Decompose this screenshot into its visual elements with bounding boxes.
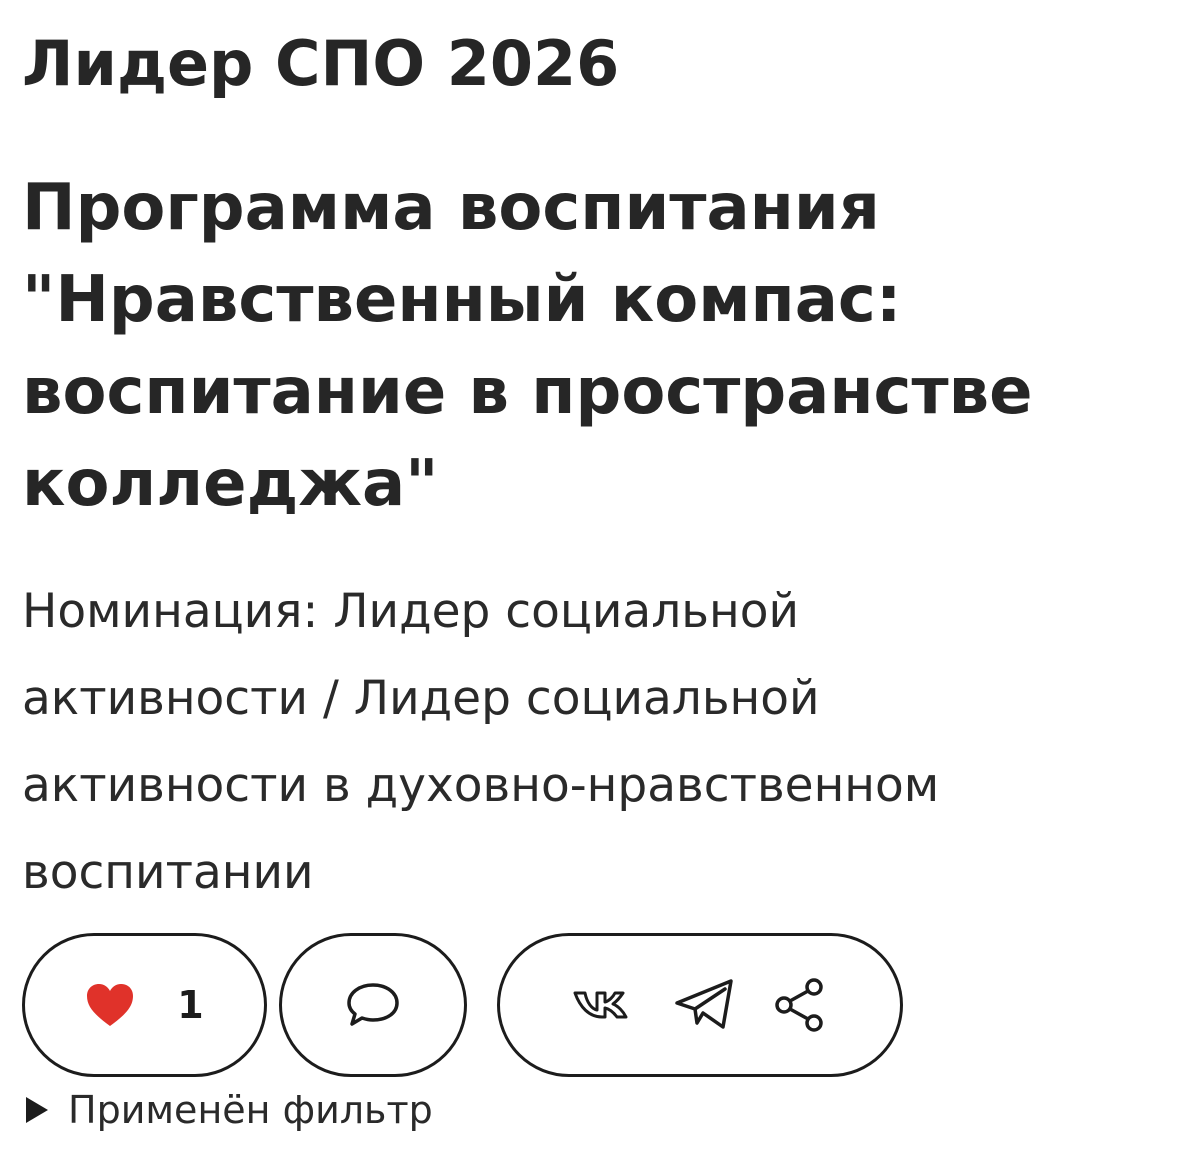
heart-icon: [85, 982, 135, 1028]
telegram-icon[interactable]: [673, 977, 737, 1033]
filter-label: Применён фильтр: [68, 1088, 433, 1132]
project-title[interactable]: Программа воспитания "Нравственный компа…: [22, 162, 1157, 530]
project-title-line: воспитание в пространстве: [22, 355, 1033, 429]
project-title-line: Программа воспитания: [22, 171, 880, 245]
nomination-line: активности / Лидер социальной: [22, 671, 820, 726]
speech-bubble-icon: [344, 980, 402, 1030]
vk-icon[interactable]: [572, 985, 640, 1025]
share-group: [497, 933, 903, 1077]
nomination-line: Номинация: Лидер социальной: [22, 584, 799, 639]
nomination-text: Номинация: Лидер социальной активности /…: [22, 568, 1157, 916]
expand-triangle-icon: [26, 1097, 48, 1123]
project-title-line: "Нравственный компас:: [22, 263, 902, 337]
project-title-line: колледжа": [22, 447, 439, 521]
page-title: Лидер СПО 2026: [22, 27, 620, 100]
filter-toggle[interactable]: Применён фильтр: [26, 1082, 433, 1138]
nomination-line: активности в духовно-нравственном: [22, 758, 940, 813]
share-icon[interactable]: [771, 975, 829, 1035]
like-button[interactable]: 1: [22, 933, 267, 1077]
nomination-line: воспитании: [22, 845, 314, 900]
comment-button[interactable]: [279, 933, 467, 1077]
like-count: 1: [177, 983, 204, 1027]
